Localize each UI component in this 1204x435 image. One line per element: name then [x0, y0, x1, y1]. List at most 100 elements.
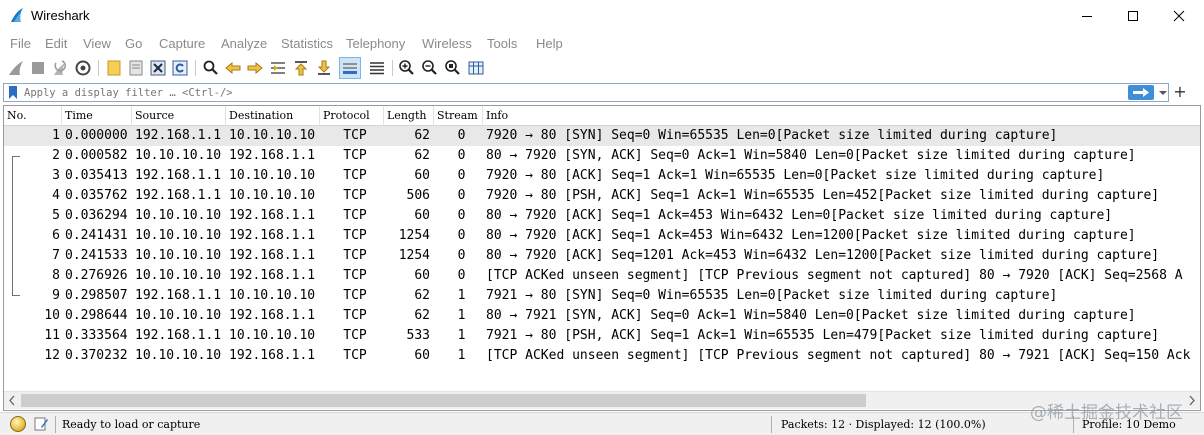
table-row[interactable]: 7 0.241533 10.10.10.10 192.168.1.1 TCP 1… [4, 246, 1200, 266]
table-row[interactable]: 6 0.241431 10.10.10.10 192.168.1.1 TCP 1… [4, 226, 1200, 246]
menu-wireless[interactable]: Wireless [422, 36, 472, 51]
table-row[interactable]: 9 0.298507 192.168.1.1 10.10.10.10 TCP 6… [4, 286, 1200, 306]
expert-info-led-icon[interactable] [10, 416, 26, 432]
scrollbar-thumb[interactable] [21, 394, 866, 407]
resize-columns-button[interactable] [466, 58, 486, 78]
cell-protocol: TCP [343, 168, 367, 183]
cell-protocol: TCP [343, 328, 367, 343]
start-capture-button[interactable] [6, 58, 26, 78]
maximize-button[interactable] [1110, 0, 1156, 32]
menu-help[interactable]: Help [536, 36, 563, 51]
cell-protocol: TCP [343, 188, 367, 203]
table-row[interactable]: 11 0.333564 192.168.1.1 10.10.10.10 TCP … [4, 326, 1200, 346]
cell-protocol: TCP [343, 268, 367, 283]
wireshark-fin-icon [11, 8, 23, 22]
horizontal-scrollbar[interactable] [4, 391, 1200, 409]
capture-comment-icon[interactable] [33, 416, 49, 432]
packet-list-header: No. Time Source Destination Protocol Len… [4, 106, 1200, 126]
file-icon [129, 60, 143, 76]
go-forward-button[interactable] [245, 58, 265, 78]
arrow-up-to-top-icon [294, 61, 308, 76]
column-header-protocol[interactable]: Protocol [320, 106, 384, 126]
cell-no: 1 [52, 128, 60, 143]
cell-protocol: TCP [343, 228, 367, 243]
packet-list[interactable]: No. Time Source Destination Protocol Len… [3, 105, 1201, 411]
zoom-reset-icon [445, 60, 460, 75]
save-file-button[interactable] [126, 58, 146, 78]
zoom-out-button[interactable] [420, 58, 440, 78]
table-row[interactable]: 5 0.036294 10.10.10.10 192.168.1.1 TCP 6… [4, 206, 1200, 226]
cell-info: 80 → 7921 [SYN, ACK] Seq=0 Ack=1 Win=584… [486, 308, 1136, 323]
status-packets-text: Packets: 12 · Displayed: 12 (100.0%) [781, 418, 986, 431]
find-packet-button[interactable] [201, 58, 221, 78]
cell-length: 60 [414, 348, 430, 363]
cell-no: 6 [52, 228, 60, 243]
go-to-packet-button[interactable] [268, 58, 288, 78]
chevron-down-icon[interactable] [1157, 86, 1169, 99]
menu-edit[interactable]: Edit [45, 36, 67, 51]
cell-time: 0.333564 [65, 328, 128, 343]
column-header-source[interactable]: Source [132, 106, 226, 126]
first-packet-button[interactable] [291, 58, 311, 78]
cell-time: 0.241533 [65, 248, 128, 263]
table-row[interactable]: 10 0.298644 10.10.10.10 192.168.1.1 TCP … [4, 306, 1200, 326]
cell-time: 0.035762 [65, 188, 128, 203]
column-header-destination[interactable]: Destination [226, 106, 320, 126]
cell-source: 192.168.1.1 [135, 168, 222, 183]
menu-tools[interactable]: Tools [487, 36, 517, 51]
reload-icon [172, 60, 188, 76]
normal-size-button[interactable] [443, 58, 463, 78]
scroll-right-icon[interactable] [1183, 392, 1200, 409]
table-row[interactable]: 4 0.035762 192.168.1.1 10.10.10.10 TCP 5… [4, 186, 1200, 206]
menu-telephony[interactable]: Telephony [346, 36, 405, 51]
table-row[interactable]: 2 0.000582 10.10.10.10 192.168.1.1 TCP 6… [4, 146, 1200, 166]
table-row[interactable]: 1 0.000000 192.168.1.1 10.10.10.10 TCP 6… [4, 126, 1200, 146]
cell-source: 10.10.10.10 [135, 208, 222, 223]
menu-capture[interactable]: Capture [159, 36, 205, 51]
table-row[interactable]: 12 0.370232 10.10.10.10 192.168.1.1 TCP … [4, 346, 1200, 366]
menu-analyze[interactable]: Analyze [221, 36, 267, 51]
minimize-button[interactable] [1064, 0, 1110, 32]
arrow-right-icon [247, 61, 263, 75]
display-filter-input[interactable] [24, 85, 1104, 100]
table-row[interactable]: 8 0.276926 10.10.10.10 192.168.1.1 TCP 6… [4, 266, 1200, 286]
reload-file-button[interactable] [170, 58, 190, 78]
cell-time: 0.035413 [65, 168, 128, 183]
colorize-button[interactable] [367, 58, 387, 78]
apply-filter-button[interactable] [1128, 85, 1154, 100]
capture-options-button[interactable] [73, 58, 93, 78]
stop-square-icon [32, 62, 44, 74]
cell-no: 11 [44, 328, 60, 343]
cell-info: 7921 → 80 [SYN] Seq=0 Win=65535 Len=0[Pa… [486, 288, 1058, 303]
zoom-in-button[interactable] [397, 58, 417, 78]
cell-source: 192.168.1.1 [135, 188, 222, 203]
table-row[interactable]: 3 0.035413 192.168.1.1 10.10.10.10 TCP 6… [4, 166, 1200, 186]
cell-time: 0.298507 [65, 288, 128, 303]
menu-view[interactable]: View [83, 36, 111, 51]
open-file-button[interactable] [104, 58, 124, 78]
cell-no: 9 [52, 288, 60, 303]
column-header-info[interactable]: Info [483, 106, 1200, 126]
menu-statistics[interactable]: Statistics [281, 36, 333, 51]
auto-scroll-button[interactable] [339, 57, 361, 79]
stop-capture-button[interactable] [28, 58, 48, 78]
restart-capture-button[interactable] [50, 58, 70, 78]
cell-destination: 192.168.1.1 [229, 308, 316, 323]
bookmark-icon[interactable] [8, 86, 18, 99]
go-back-button[interactable] [223, 58, 243, 78]
zoom-out-icon [422, 60, 437, 75]
column-header-stream[interactable]: Stream [434, 106, 483, 126]
last-packet-button[interactable] [314, 58, 334, 78]
close-file-button[interactable] [148, 58, 168, 78]
column-header-no[interactable]: No. [4, 106, 62, 126]
add-filter-button[interactable]: + [1172, 83, 1188, 102]
cell-info: 80 → 7920 [ACK] Seq=1 Ack=453 Win=6432 L… [486, 228, 1136, 243]
close-button[interactable] [1156, 0, 1202, 32]
menu-file[interactable]: File [10, 36, 31, 51]
cell-length: 62 [414, 128, 430, 143]
menu-go[interactable]: Go [125, 36, 142, 51]
column-header-length[interactable]: Length [384, 106, 434, 126]
scroll-left-icon[interactable] [4, 392, 21, 409]
column-header-time[interactable]: Time [62, 106, 132, 126]
cell-protocol: TCP [343, 348, 367, 363]
